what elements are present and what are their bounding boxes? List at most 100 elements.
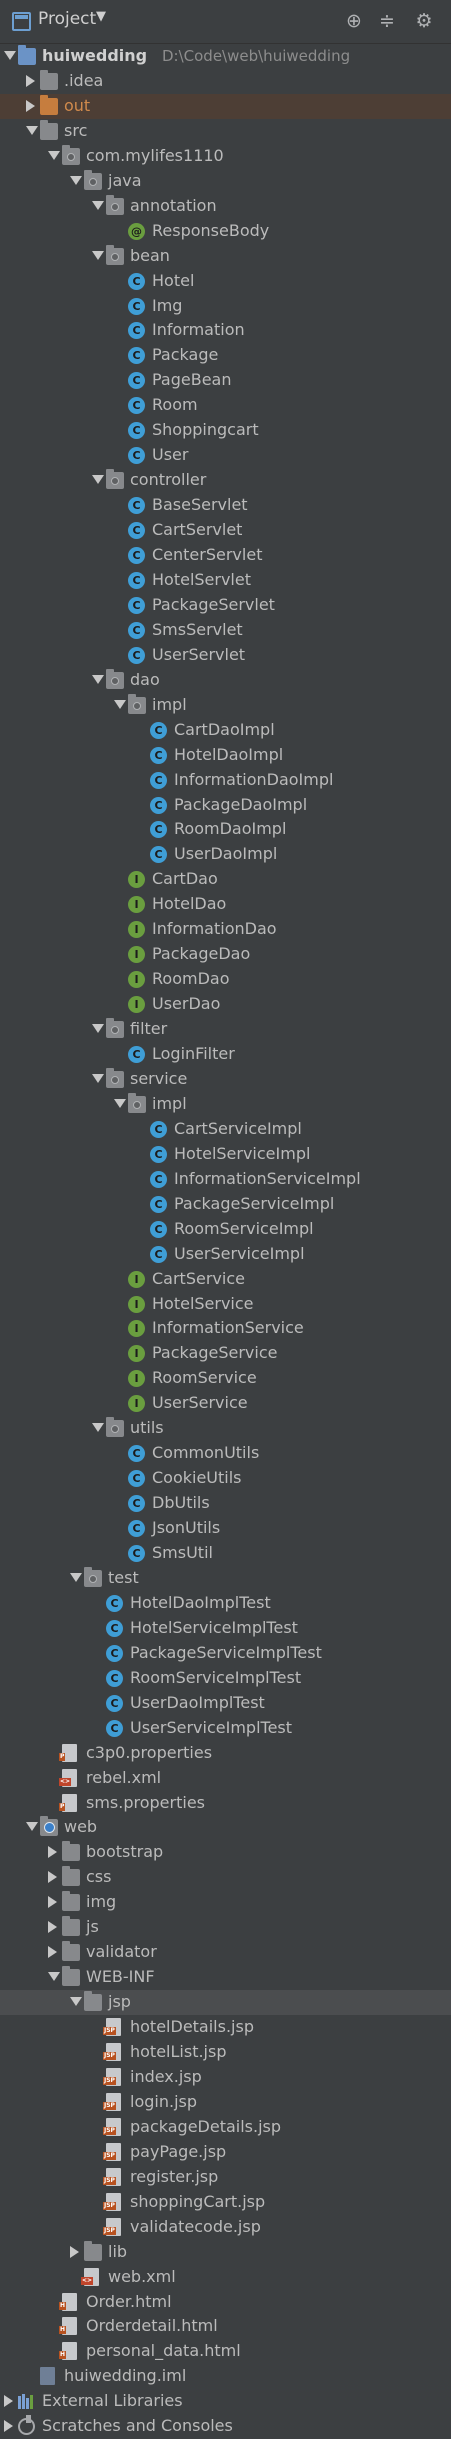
tree-row[interactable]: C HotelServiceImplTest: [0, 1616, 451, 1641]
tree-row[interactable]: <> web.xml: [0, 2265, 451, 2290]
tree-row[interactable]: C HotelDaoImpl: [0, 743, 451, 768]
tree-row[interactable]: C JsonUtils: [0, 1516, 451, 1541]
tree-row[interactable]: huiwedding.iml: [0, 2364, 451, 2389]
tree-row[interactable]: I PackageService: [0, 1341, 451, 1366]
tree-row[interactable]: img: [0, 1890, 451, 1915]
tree-row[interactable]: JSP payPage.jsp: [0, 2140, 451, 2165]
expand-open-icon[interactable]: [92, 475, 104, 485]
tree-row[interactable]: H Order.html: [0, 2290, 451, 2315]
tree-row[interactable]: C Shoppingcart: [0, 418, 451, 443]
tree-row[interactable]: C Package: [0, 343, 451, 368]
tree-row[interactable]: C CookieUtils: [0, 1466, 451, 1491]
expand-open-icon[interactable]: [114, 1098, 126, 1108]
tree-row[interactable]: C Room: [0, 393, 451, 418]
tree-row[interactable]: <> rebel.xml: [0, 1766, 451, 1791]
tree-row[interactable]: jsp: [0, 1990, 451, 2016]
tree-row[interactable]: lib: [0, 2240, 451, 2265]
tree-row[interactable]: C PackageDaoImpl: [0, 793, 451, 818]
tree-row[interactable]: I RoomDao: [0, 967, 451, 992]
expand-open-icon[interactable]: [26, 125, 38, 135]
tree-row[interactable]: C DbUtils: [0, 1491, 451, 1516]
tree-row[interactable]: C SmsServlet: [0, 618, 451, 643]
tree-row[interactable]: C UserDaoImplTest: [0, 1691, 451, 1716]
tree-row[interactable]: C HotelServlet: [0, 568, 451, 593]
tree-row[interactable]: C RoomServiceImpl: [0, 1217, 451, 1242]
tree-row[interactable]: com.mylifes1110: [0, 144, 451, 169]
expand-open-icon[interactable]: [4, 51, 16, 60]
expand-open-icon[interactable]: [26, 1822, 38, 1832]
tree-row[interactable]: utils: [0, 1416, 451, 1441]
expand-open-icon[interactable]: [92, 250, 104, 260]
tree-row[interactable]: I CartService: [0, 1267, 451, 1292]
tree-row[interactable]: java: [0, 169, 451, 194]
tree-row[interactable]: I InformationDao: [0, 917, 451, 942]
tree-row[interactable]: JSP index.jsp: [0, 2065, 451, 2090]
tree-row[interactable]: I UserService: [0, 1391, 451, 1416]
expand-closed-icon[interactable]: [4, 2395, 13, 2408]
tree-row[interactable]: C UserDaoImpl: [0, 842, 451, 867]
tree-row[interactable]: css: [0, 1865, 451, 1890]
expand-closed-icon[interactable]: [48, 1896, 57, 1909]
tree-row[interactable]: C CartServlet: [0, 518, 451, 543]
expand-closed-icon[interactable]: [48, 1921, 57, 1934]
tree-row[interactable]: dao: [0, 668, 451, 693]
tree-row[interactable]: web: [0, 1815, 451, 1840]
tree-row[interactable]: C SmsUtil: [0, 1541, 451, 1566]
tree-row[interactable]: I CartDao: [0, 867, 451, 892]
tree-row[interactable]: C CommonUtils: [0, 1441, 451, 1466]
tree-row[interactable]: JSP hotelList.jsp: [0, 2040, 451, 2065]
tree-row[interactable]: Scratches and Consoles: [0, 2414, 451, 2439]
expand-closed-icon[interactable]: [48, 1846, 57, 1859]
tree-row[interactable]: WEB-INF: [0, 1965, 451, 1990]
tree-row[interactable]: C Img: [0, 294, 451, 319]
tree-row[interactable]: .idea: [0, 69, 451, 94]
expand-closed-icon[interactable]: [48, 1946, 57, 1959]
expand-open-icon[interactable]: [92, 674, 104, 684]
crosshair-icon[interactable]: ⊕: [342, 9, 366, 33]
tree-row[interactable]: C UserServlet: [0, 643, 451, 668]
tree-row[interactable]: out: [0, 93, 451, 119]
tree-row[interactable]: JSP packageDetails.jsp: [0, 2115, 451, 2140]
tree-row[interactable]: bean: [0, 244, 451, 269]
expand-open-icon[interactable]: [92, 1024, 104, 1034]
tree-row[interactable]: I PackageDao: [0, 942, 451, 967]
tree-row[interactable]: C HotelDaoImplTest: [0, 1591, 451, 1616]
expand-open-icon[interactable]: [48, 150, 60, 160]
tree-row[interactable]: js: [0, 1915, 451, 1940]
tree-row[interactable]: ResponseBody: [0, 219, 451, 244]
tree-row[interactable]: impl: [0, 1092, 451, 1117]
tree-row[interactable]: C BaseServlet: [0, 493, 451, 518]
tree-row[interactable]: service: [0, 1067, 451, 1092]
tree-row[interactable]: C PageBean: [0, 368, 451, 393]
tree-row[interactable]: JSP register.jsp: [0, 2165, 451, 2190]
tree-row[interactable]: test: [0, 1566, 451, 1591]
tree-row[interactable]: C PackageServlet: [0, 593, 451, 618]
expand-closed-icon[interactable]: [70, 2245, 79, 2258]
collapse-icon[interactable]: ≑: [375, 9, 399, 33]
tree-row[interactable]: bootstrap: [0, 1840, 451, 1865]
tree-row[interactable]: C LoginFilter: [0, 1042, 451, 1067]
chevron-down-icon[interactable]: ▼: [96, 9, 106, 24]
tree-row[interactable]: validator: [0, 1940, 451, 1965]
tree-row[interactable]: JSP validatecode.jsp: [0, 2215, 451, 2240]
tree-row[interactable]: I RoomService: [0, 1366, 451, 1391]
tree-row[interactable]: Psms.properties: [0, 1791, 451, 1816]
tree-row[interactable]: I InformationService: [0, 1316, 451, 1341]
tree-row[interactable]: controller: [0, 468, 451, 493]
gear-icon[interactable]: ⚙: [412, 9, 436, 33]
expand-open-icon[interactable]: [92, 1073, 104, 1083]
expand-open-icon[interactable]: [70, 175, 82, 185]
tree-row[interactable]: Hpersonal_data.html: [0, 2339, 451, 2364]
expand-closed-icon[interactable]: [26, 99, 35, 112]
tree-row[interactable]: C InformationServiceImpl: [0, 1167, 451, 1192]
tree-row[interactable]: Pc3p0.properties: [0, 1741, 451, 1766]
tree-row[interactable]: C CartServiceImpl: [0, 1117, 451, 1142]
expand-open-icon[interactable]: [114, 699, 126, 709]
tree-row[interactable]: C PackageServiceImplTest: [0, 1641, 451, 1666]
tree-row[interactable]: annotation: [0, 194, 451, 219]
tree-row[interactable]: huiwedding D:\Code\web\huiwedding: [0, 44, 451, 69]
tree-row[interactable]: C InformationDaoImpl: [0, 768, 451, 793]
tree-row[interactable]: C UserServiceImpl: [0, 1242, 451, 1267]
tree-row[interactable]: src: [0, 119, 451, 144]
tree-row[interactable]: JSP login.jsp: [0, 2090, 451, 2115]
